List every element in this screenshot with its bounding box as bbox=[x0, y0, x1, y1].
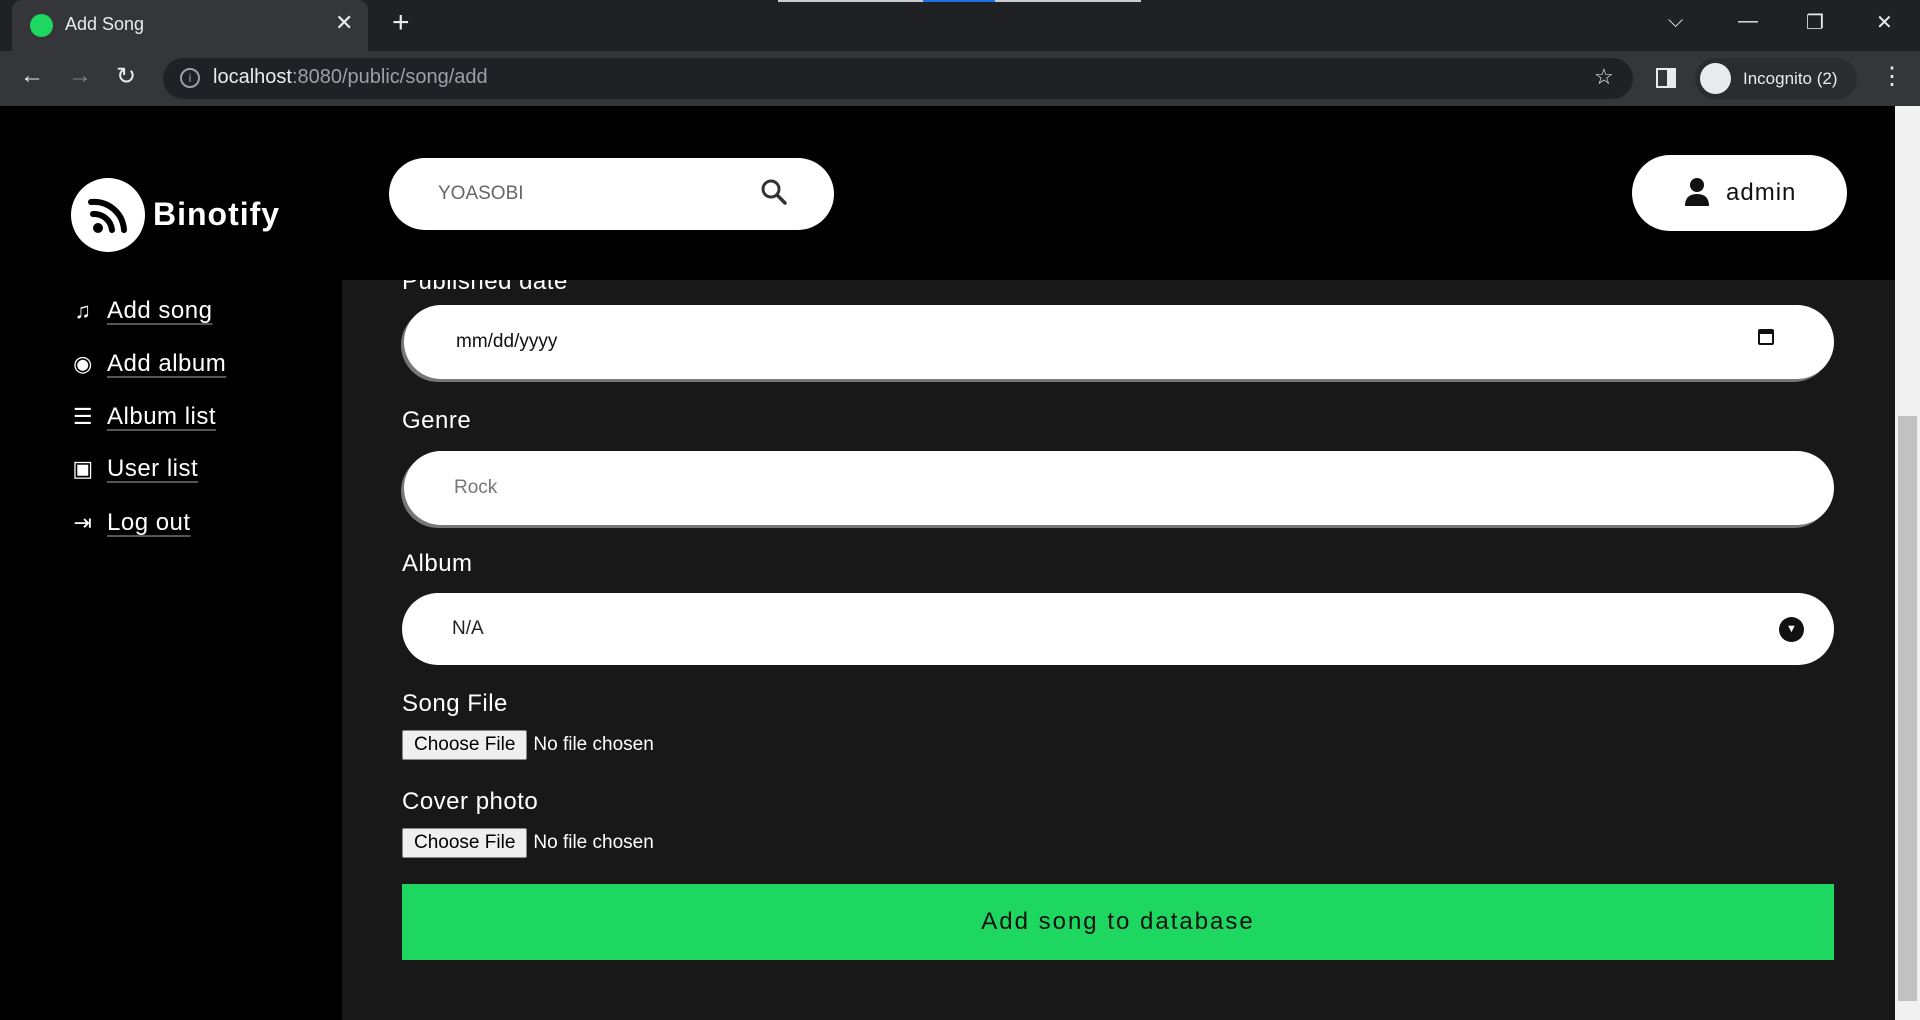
contact-card-icon: ▣ bbox=[72, 456, 94, 481]
menu-kebab-icon[interactable]: ⋮ bbox=[1880, 62, 1904, 91]
cover-file-status: No file chosen bbox=[533, 832, 654, 853]
song-file-status: No file chosen bbox=[533, 734, 654, 755]
info-icon[interactable]: i bbox=[180, 68, 200, 88]
tab-search-icon[interactable]: ⌵ bbox=[1668, 10, 1683, 33]
genre-input[interactable]: Rock bbox=[404, 451, 1834, 525]
new-tab-icon[interactable]: + bbox=[392, 6, 410, 40]
sidebar-item-add-album[interactable]: ◉ Add album bbox=[71, 350, 226, 378]
genre-label: Genre bbox=[402, 407, 472, 434]
scrollbar-thumb[interactable] bbox=[1898, 416, 1917, 1001]
sidebar-item-label: Log out bbox=[107, 509, 191, 536]
user-menu-button[interactable]: admin bbox=[1632, 155, 1847, 231]
sidebar-item-label: Add album bbox=[107, 350, 227, 377]
sidebar-item-label: User list bbox=[107, 455, 199, 482]
loading-bar-progress bbox=[923, 0, 995, 2]
add-song-form: Published date mm/dd/yyyy Genre Rock Alb… bbox=[342, 280, 1895, 1020]
album-select[interactable]: N/A ▼ bbox=[402, 593, 1834, 665]
minimize-icon[interactable]: — bbox=[1738, 10, 1758, 33]
search-icon[interactable] bbox=[760, 178, 788, 213]
close-tab-icon[interactable]: ✕ bbox=[335, 10, 353, 36]
tab-title: Add Song bbox=[65, 14, 145, 34]
cover-photo-label: Cover photo bbox=[402, 788, 539, 815]
album-selected-value: N/A bbox=[452, 618, 484, 639]
url-text[interactable]: localhost:8080/public/song/add bbox=[213, 66, 488, 89]
url-host: localhost bbox=[213, 66, 292, 88]
choose-cover-file-button[interactable]: Choose File bbox=[402, 828, 528, 858]
ordered-list-icon: ☰ bbox=[72, 404, 94, 429]
search-placeholder: YOASOBI bbox=[438, 183, 524, 204]
back-icon[interactable]: ← bbox=[20, 62, 44, 90]
cover-photo-input[interactable]: Choose File No file chosen bbox=[402, 828, 654, 858]
published-date-label: Published date bbox=[402, 280, 568, 295]
published-date-input[interactable]: mm/dd/yyyy bbox=[404, 305, 1834, 379]
date-placeholder: mm/dd/yyyy bbox=[456, 331, 558, 352]
incognito-icon bbox=[1700, 63, 1731, 94]
forward-icon[interactable]: → bbox=[68, 62, 92, 90]
song-file-input[interactable]: Choose File No file chosen bbox=[402, 730, 654, 760]
music-note-icon: ♫ bbox=[74, 298, 92, 323]
restore-icon[interactable]: ❐ bbox=[1806, 10, 1824, 35]
url-path: :8080/public/song/add bbox=[291, 66, 488, 88]
username: admin bbox=[1726, 179, 1797, 206]
binotify-logo-icon[interactable] bbox=[71, 178, 145, 252]
chevron-down-icon: ▼ bbox=[1779, 617, 1804, 642]
loading-bar-rest bbox=[995, 0, 1141, 2]
close-window-icon[interactable]: ✕ bbox=[1876, 10, 1893, 35]
sidebar-item-label: Add song bbox=[107, 297, 213, 324]
side-panel-icon[interactable] bbox=[1656, 68, 1676, 88]
sidebar-item-user-list[interactable]: ▣ User list bbox=[71, 455, 198, 483]
disc-icon: ◉ bbox=[73, 351, 93, 376]
bookmark-star-icon[interactable]: ☆ bbox=[1594, 64, 1614, 90]
sidebar-item-label: Album list bbox=[107, 403, 217, 430]
spotify-favicon-icon bbox=[30, 14, 53, 37]
brand-name[interactable]: Binotify bbox=[153, 196, 280, 233]
logout-icon: ⇥ bbox=[73, 510, 93, 535]
reload-icon[interactable]: ↻ bbox=[116, 62, 136, 91]
album-label: Album bbox=[402, 550, 473, 577]
loading-bar bbox=[778, 0, 923, 2]
calendar-icon[interactable] bbox=[1758, 329, 1774, 345]
sidebar-item-log-out[interactable]: ⇥ Log out bbox=[71, 509, 191, 537]
sidebar-item-add-song[interactable]: ♫ Add song bbox=[71, 297, 212, 325]
song-file-label: Song File bbox=[402, 690, 508, 717]
genre-placeholder: Rock bbox=[454, 477, 498, 498]
sidebar-item-album-list[interactable]: ☰ Album list bbox=[71, 403, 216, 431]
user-icon bbox=[1684, 177, 1710, 214]
choose-song-file-button[interactable]: Choose File bbox=[402, 730, 528, 760]
add-song-submit-button[interactable]: Add song to database bbox=[402, 884, 1834, 960]
profile-label: Incognito (2) bbox=[1743, 69, 1838, 88]
